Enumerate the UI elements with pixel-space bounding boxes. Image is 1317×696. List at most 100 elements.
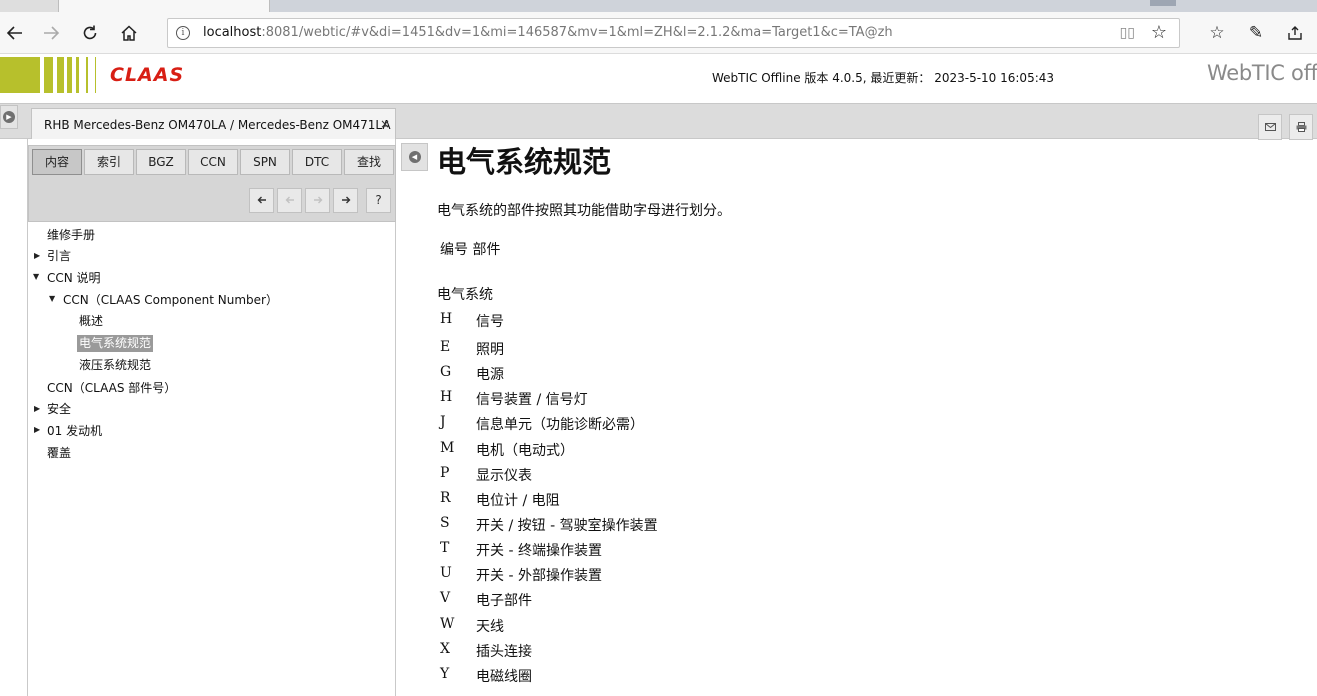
mail-button[interactable] [1258,114,1282,140]
forward-button[interactable] [36,18,66,48]
tree-item-safety[interactable]: 安全 [47,401,71,418]
print-icon [1296,122,1306,132]
address-url[interactable]: localhost:8081/webtic/#v&di=1451&dv=1&mi… [203,25,893,40]
row-description: 信号装置 / 信号灯 [476,392,588,408]
tab-spn[interactable]: SPN [240,149,290,175]
arrow-left-icon [257,196,266,204]
tree-item-ccn-description[interactable]: CCN 说明 [47,270,101,287]
tree-expand-icon[interactable]: ▶ [34,404,40,413]
tab-bgz[interactable]: BGZ [136,149,186,175]
claas-logo: CLAAS [110,64,185,86]
tree-item-hydraulic-spec[interactable]: 液压系统规范 [79,357,151,374]
reload-button[interactable] [75,18,105,48]
row-description: 照明 [476,342,504,358]
row-code: R [440,490,451,506]
history-back-button[interactable] [249,188,274,213]
tree-expand-icon[interactable]: ▶ [34,425,40,434]
home-icon [121,25,137,41]
row-code: U [440,565,452,581]
favorites-list-icon[interactable]: ☆ [1202,18,1232,48]
browser-tab-strip: × [0,0,1317,12]
tree-item-engine[interactable]: 01 发动机 [47,423,102,440]
share-icon[interactable] [1280,18,1310,48]
back-button[interactable] [0,18,30,48]
arrow-left-disabled-icon [285,196,294,204]
row-description: 开关 - 外部操作装置 [476,568,602,584]
tab-favicon-icon [1150,0,1176,6]
tree-item-manual[interactable]: 维修手册 [47,227,95,244]
row-code: J [440,414,446,430]
row-description: 电源 [476,367,504,383]
tree-expand-icon[interactable]: ▶ [34,251,40,260]
arrow-right-icon [341,196,350,204]
navigation-tabs: 内容 索引 BGZ CCN SPN DTC 查找 [32,149,396,175]
home-button[interactable] [114,18,144,48]
tree-item-cover[interactable]: 覆盖 [47,445,71,462]
browser-tab-inactive[interactable] [270,0,1317,12]
print-button[interactable] [1289,114,1313,140]
tab-dtc[interactable]: DTC [292,149,342,175]
site-info-icon[interactable]: i [176,26,190,40]
tree-item-ccn-part-number[interactable]: CCN（CLAAS 部件号） [47,380,176,397]
row-description: 电机（电动式） [476,443,574,459]
tree-collapse-icon[interactable]: ▼ [49,294,55,303]
document-content: 电气系统规范 电气系统的部件按照其功能借助字母进行划分。 编号 部件 电气系统 … [437,139,1317,696]
group-label: 电气系统 [437,287,493,303]
collapse-left-icon: ◀ [408,151,421,163]
share-arrow-icon [1288,26,1302,40]
tab-ccn[interactable]: CCN [188,149,238,175]
document-tab-label: RHB Mercedes-Benz OM470LA / Mercedes-Ben… [44,118,391,132]
tree-item-overview[interactable]: 概述 [79,313,103,330]
reader-view-icon[interactable]: ▯▯ [1120,25,1135,41]
tree-item-ccn-component-number[interactable]: CCN（CLAAS Component Number） [63,292,278,309]
document-tab[interactable]: RHB Mercedes-Benz OM470LA / Mercedes-Ben… [31,108,396,140]
app-header: CLAAS WebTIC Offline 版本 4.0.5, 最近更新： 202… [0,55,1317,103]
row-code: E [440,339,451,355]
tree-item-electrical-spec[interactable]: 电气系统规范 [77,335,154,352]
url-path: :8081/webtic/#v&di=1451&dv=1&mi=146587&m… [261,25,893,40]
document-tab-close-button[interactable]: × [380,117,390,131]
row-code: H [440,389,453,405]
version-info: WebTIC Offline 版本 4.0.5, 最近更新： 2023-5-10… [712,71,1055,85]
forward-arrow-icon [44,26,60,40]
pen-icon[interactable]: ✎ [1241,18,1271,48]
row-description: 电位计 / 电阻 [476,493,560,509]
sidebar-toggle-button[interactable]: ▶ [0,105,18,129]
row-description: 显示仪表 [476,468,532,484]
row-description: 开关 / 按钮 - 驾驶室操作装置 [476,518,658,534]
navigation-panel: 内容 索引 BGZ CCN SPN DTC 查找 ? 维修手册 ▶ 引言 ▼ C… [28,139,396,696]
row-code: H [440,311,453,327]
favorite-star-icon[interactable]: ☆ [1151,22,1167,43]
history-buttons: ? [246,188,391,213]
expand-right-icon: ▶ [3,111,15,123]
row-description: 信息单元（功能诊断必需） [476,417,644,433]
row-description: 天线 [476,619,504,635]
page-title: 电气系统规范 [437,145,612,179]
tab-contents[interactable]: 内容 [32,149,82,175]
previous-button[interactable] [277,188,302,213]
reload-icon [83,25,97,40]
row-code: G [440,364,452,380]
row-description: 开关 - 终端操作装置 [476,543,602,559]
browser-toolbar: i localhost:8081/webtic/#v&di=1451&dv=1&… [0,12,1317,54]
row-code: S [440,515,450,531]
help-button[interactable]: ? [366,188,391,213]
tree-item-intro[interactable]: 引言 [47,248,71,265]
row-description: 插头连接 [476,644,532,660]
tree-collapse-icon[interactable]: ▼ [33,272,39,281]
webtic-brand: WebTIC offlin [1207,61,1317,85]
tab-search[interactable]: 查找 [344,149,394,175]
address-bar[interactable]: i localhost:8081/webtic/#v&di=1451&dv=1&… [167,18,1180,48]
tab-index[interactable]: 索引 [84,149,134,175]
row-code: P [440,465,450,481]
row-code: Y [440,666,450,682]
navigation-header: 内容 索引 BGZ CCN SPN DTC 查找 ? [28,145,396,222]
collapse-panel-button[interactable]: ◀ [401,143,428,171]
table-header: 编号 部件 [440,242,501,258]
row-code: M [440,440,455,456]
claas-logo-stripes [0,57,110,93]
history-forward-button[interactable] [333,188,358,213]
next-button[interactable] [305,188,330,213]
row-description: 信号 [476,314,504,330]
browser-tab-active[interactable]: × [58,0,301,12]
